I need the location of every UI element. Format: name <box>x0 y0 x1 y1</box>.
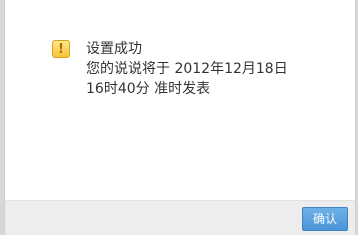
scheduled-post-dialog: ! 设置成功 您的说说将于 2012年12月18日 16时40分 准时发表 确认 <box>4 0 356 235</box>
warning-icon-glyph: ! <box>58 41 64 57</box>
warning-icon: ! <box>52 40 70 58</box>
schedule-time-text: 16时40分 准时发表 <box>86 81 211 97</box>
dialog-title: 设置成功 <box>86 41 142 57</box>
dialog-footer: 确认 <box>5 200 355 235</box>
dialog-body: ! 设置成功 您的说说将于 2012年12月18日 16时40分 准时发表 <box>5 0 355 200</box>
schedule-date-text: 您的说说将于 2012年12月18日 <box>86 61 288 77</box>
confirm-button[interactable]: 确认 <box>302 207 348 231</box>
dialog-message: 设置成功 您的说说将于 2012年12月18日 16时40分 准时发表 <box>86 39 336 99</box>
